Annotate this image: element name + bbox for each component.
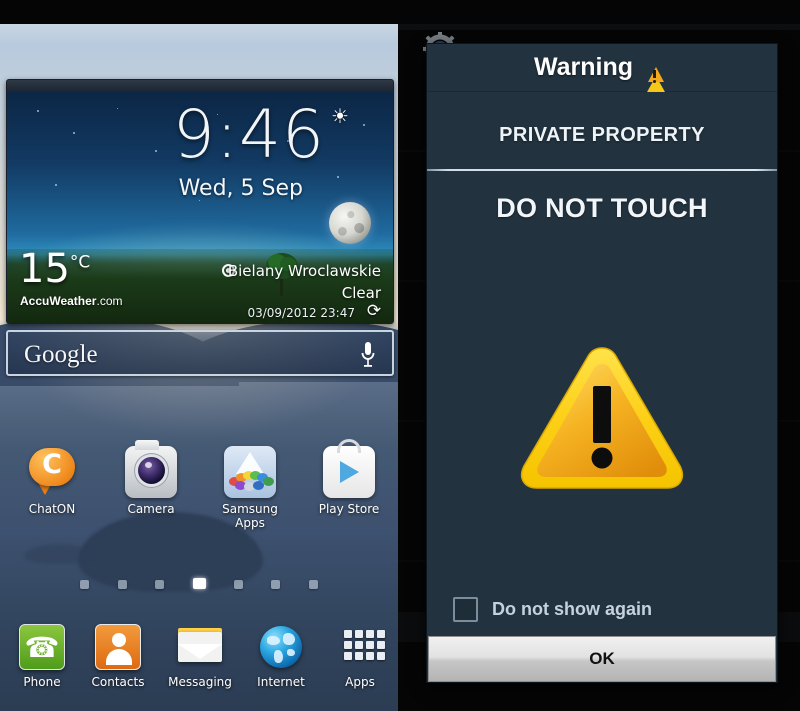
camera-icon [125,440,177,498]
app-play-store[interactable]: Play Store [303,439,395,516]
star [363,124,365,126]
dock-bar: ☎ Phone Contacts Messaging Internet Apps [0,616,398,711]
app-samsung-apps[interactable]: Samsung Apps [204,446,296,530]
page-dot[interactable] [308,580,318,589]
brand-name: AccuWeather [20,294,97,308]
dock-label: Apps [345,675,375,689]
ok-button-label: OK [589,649,615,668]
app-label: Samsung Apps [222,502,278,530]
app-label: Camera [127,502,175,516]
wallpaper-rock [24,544,94,564]
warning-triangle-icon [642,58,671,101]
dock-item-internet[interactable]: Internet [241,624,321,689]
refresh-icon[interactable]: ⟳ [365,302,383,320]
app-label: ChatON [28,502,76,516]
do-not-show-again-row[interactable]: Do not show again [427,588,777,630]
dock-item-phone[interactable]: ☎ Phone [2,624,82,689]
widget-top-bar [7,80,393,92]
widget-updated-time: 03/09/2012 23:47 [247,306,355,320]
weather-provider-brand: AccuWeather.com [20,294,123,308]
page-dot[interactable] [117,580,127,589]
page-dot[interactable] [233,580,243,589]
dialog-message-line1: PRIVATE PROPERTY [499,124,705,146]
brand-suffix: .com [96,294,123,308]
widget-condition: Clear [341,284,381,302]
widget-date: Wed, 5 Sep [178,176,303,201]
google-search-widget[interactable]: Google [6,330,394,376]
app-chaton[interactable]: C ChatON [6,446,98,516]
temperature-unit: °C [69,252,91,273]
screenshot-root: 9:46 ☀ Wed, 5 Sep 15°C AccuWeather.com B… [0,0,800,711]
page-dot[interactable] [271,580,281,589]
dock-item-apps[interactable]: Apps [320,624,398,689]
do-not-show-again-label: Do not show again [492,598,652,619]
chaton-icon: C [26,446,78,498]
dock-item-messaging[interactable]: Messaging [160,624,240,689]
phone-homescreen-screenshot: 9:46 ☀ Wed, 5 Sep 15°C AccuWeather.com B… [0,24,398,711]
temperature-value: 15 [19,246,70,292]
widget-clock-time: 9:46 [172,96,325,173]
app-label: Play Store [318,502,380,516]
moon-icon [329,202,371,244]
warning-triangle-large-icon [520,347,684,489]
dock-label: Phone [23,675,61,689]
page-indicator[interactable] [0,576,398,594]
dock-label: Messaging [168,675,232,689]
ok-button[interactable]: OK [428,636,776,682]
dock-label: Internet [257,675,305,689]
desktop-background-smudge [398,24,800,30]
dialog-body: PRIVATE PROPERTY DO NOT TOUCH [427,92,777,224]
play-store-icon [323,439,375,498]
samsung-apps-icon [224,446,276,498]
page-dot[interactable] [155,580,165,589]
app-camera[interactable]: Camera [105,440,197,516]
dock-item-contacts[interactable]: Contacts [78,624,158,689]
envelope-icon [177,624,223,670]
dialog-titlebar: Warning [427,44,777,101]
google-logo-text: Google [24,341,98,368]
widget-temperature: 15°C [19,246,90,292]
page-dot-active[interactable] [192,578,206,589]
page-dot[interactable] [80,580,90,589]
alarm-clock-icon: ☀ [331,106,349,128]
globe-icon [258,624,304,670]
weather-clock-widget[interactable]: 9:46 ☀ Wed, 5 Sep 15°C AccuWeather.com B… [6,79,394,324]
widget-location: Bielany Wroclawskie [227,262,381,280]
dock-label: Contacts [91,675,145,689]
dialog-message-line2: DO NOT TOUCH [496,193,708,223]
dialog-title: Warning [533,53,634,81]
star [337,176,339,178]
warning-dialog: Warning PRIVATE PROPERTY DO NOT TOUCH Do… [426,43,778,683]
phone-handset-icon: ☎ [19,624,65,670]
microphone-icon[interactable] [360,340,376,370]
contacts-person-icon [95,624,141,670]
do-not-show-again-checkbox[interactable] [453,596,478,622]
apps-grid-icon [337,624,385,670]
